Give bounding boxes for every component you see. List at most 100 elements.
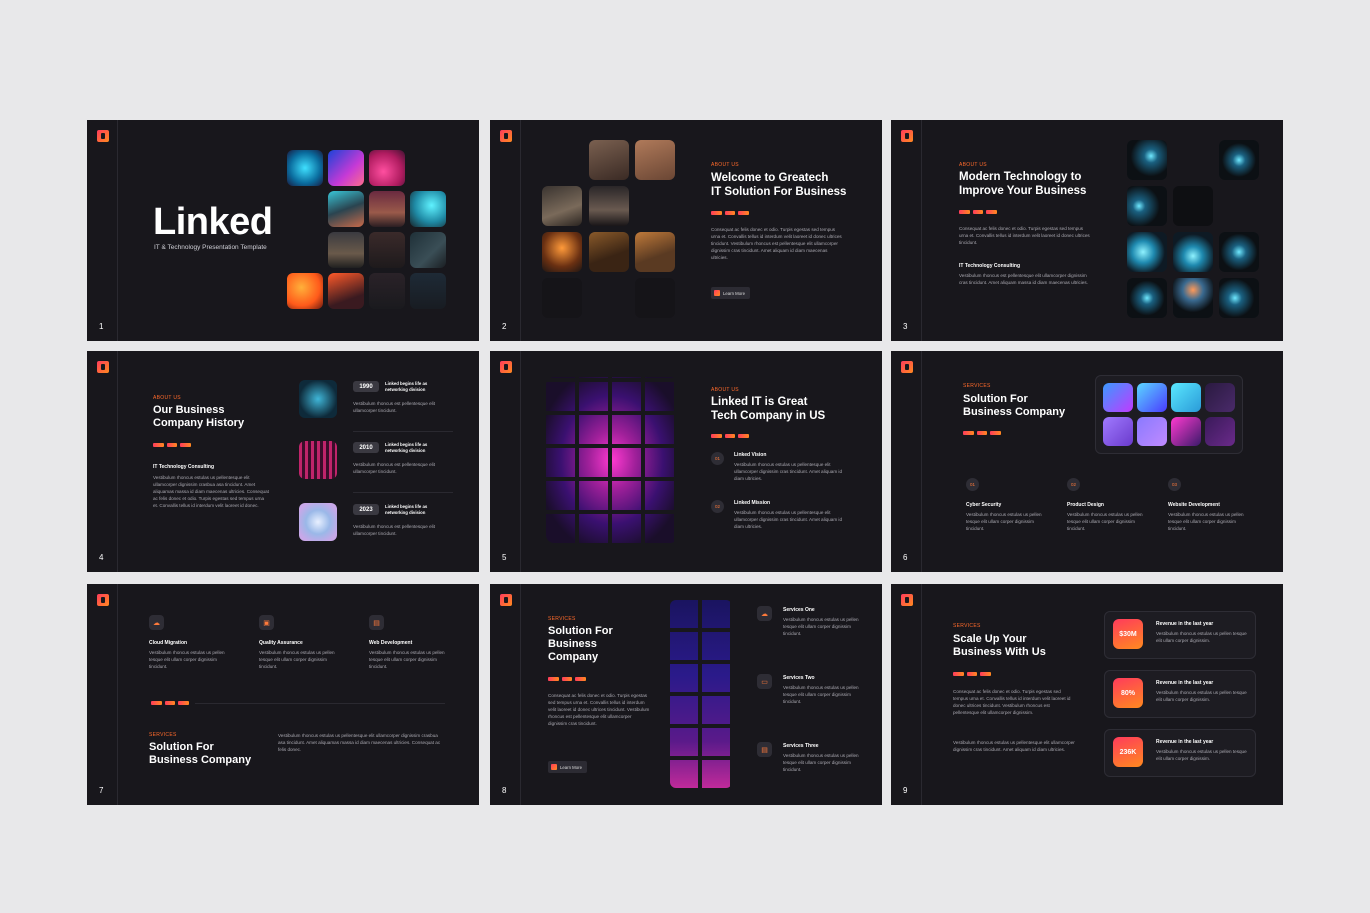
item-desc: Vestibulum rhoncus estulas us pellen tes…	[1168, 512, 1244, 532]
title-line: Business Company	[149, 753, 252, 766]
slide-number: 7	[99, 786, 104, 795]
title-line: Business Company	[963, 405, 1066, 418]
slide-title: Linked IT is Great Tech Company in US	[711, 396, 825, 423]
divider	[353, 431, 453, 432]
learn-more-button[interactable]: Learn More	[711, 287, 750, 299]
eyebrow: ABOUT US	[711, 162, 739, 168]
stat-title: Revenue in the last year	[1156, 739, 1214, 745]
slide-number: 6	[903, 553, 908, 562]
year-badge: 2010	[353, 442, 379, 453]
title-line: Linked IT is Great	[711, 396, 808, 408]
accent-bars	[711, 434, 750, 438]
slide-2[interactable]: ABOUT US Welcome to Greatech IT Solution…	[490, 120, 882, 341]
image-tile	[1205, 417, 1235, 446]
slide-number: 3	[903, 322, 908, 331]
stat-card: $30M Revenue in the last year Vestibulum…	[1104, 611, 1256, 659]
image-tile	[542, 232, 582, 272]
slide-9[interactable]: SERVICES Scale Up Your Business With Us …	[891, 584, 1283, 805]
slide-divider	[520, 584, 521, 805]
image-tile	[287, 150, 323, 186]
image-tile	[299, 380, 337, 418]
image-tile	[589, 232, 629, 272]
accent-bars	[963, 431, 1002, 435]
title-line: Scale Up Your	[953, 633, 1027, 645]
item-desc: Vestibulum rhoncus estulas us pellen tes…	[783, 685, 859, 705]
image-tile	[635, 278, 675, 318]
slide-7[interactable]: ☁ Cloud Migration Vestibulum rhoncus est…	[87, 584, 479, 805]
stat-value: 80%	[1113, 678, 1143, 708]
stat-card: 236K Revenue in the last year Vestibulum…	[1104, 729, 1256, 777]
image-tile	[410, 232, 446, 268]
title-line: Company History	[153, 416, 245, 429]
button-label: Learn More	[723, 290, 745, 296]
body-text: Vestibulum rhoncus estulas us pellentesq…	[153, 475, 269, 509]
logo-icon	[97, 594, 109, 606]
slide-5[interactable]: ABOUT US Linked IT is Great Tech Company…	[490, 351, 882, 572]
slide-6[interactable]: SERVICES Solution For Business Company 0…	[891, 351, 1283, 572]
title-line: Tech Company in US	[711, 409, 826, 422]
logo-icon	[97, 130, 109, 142]
slide-divider	[117, 120, 118, 341]
image-tile	[410, 191, 446, 227]
slide-title: Solution For Business Company	[149, 741, 251, 767]
timeline-desc: Vestibulum rhoncus est pellentesque elit…	[353, 401, 435, 414]
slide-title: Modern Technology to Improve Your Busine…	[959, 171, 1086, 198]
body-text: Consequat ac felis donec et odio. Turpis…	[548, 693, 650, 727]
image-tile	[542, 278, 582, 318]
learn-more-button[interactable]: Learn More	[548, 761, 587, 773]
item-title: Website Development	[1168, 502, 1220, 508]
grid-overlay	[546, 377, 678, 543]
accent-bars	[153, 443, 192, 447]
timeline-title: Linked begins life as networking divisio…	[385, 442, 428, 453]
slide-8[interactable]: SERVICES Solution For Business Company C…	[490, 584, 882, 805]
title-line: IT Solution For Business	[711, 185, 847, 198]
title-line: Our Business	[153, 404, 225, 416]
stat-desc: Vestibulum rhoncus estulas us pellen tes…	[1156, 690, 1247, 703]
image-tile	[287, 273, 323, 309]
item-desc: Vestibulum rhoncus estulas us pellen tes…	[1067, 512, 1143, 532]
accent-bars	[953, 672, 992, 676]
stat-value: 236K	[1113, 737, 1143, 767]
item-desc: Vestibulum rhoncus estulas us pellen tes…	[783, 753, 859, 773]
slide-1[interactable]: Linked IT & Technology Presentation Temp…	[87, 120, 479, 341]
slide-number: 1	[99, 322, 104, 331]
image-tile	[1219, 278, 1259, 318]
image-tile	[635, 232, 675, 272]
slide-3[interactable]: ABOUT US Modern Technology to Improve Yo…	[891, 120, 1283, 341]
eyebrow: SERVICES	[149, 732, 177, 738]
item-desc: Vestibulum rhoncus estulas us pellentesq…	[734, 462, 842, 482]
logo-icon	[901, 361, 913, 373]
timeline-desc: Vestibulum rhoncus est pellentesque elit…	[353, 524, 435, 537]
image-grid	[670, 600, 732, 788]
item-desc: Vestibulum rhoncus estulas us pellentesq…	[734, 510, 842, 530]
image-card	[1095, 375, 1243, 454]
grid-overlay	[670, 600, 732, 788]
image-tile	[299, 441, 337, 479]
slide-number: 9	[903, 786, 908, 795]
slide-4[interactable]: ABOUT US Our Business Company History IT…	[87, 351, 479, 572]
image-tile	[1137, 383, 1167, 412]
image-tile	[328, 191, 364, 227]
image-tile	[1127, 278, 1167, 318]
title-line: Business With Us	[953, 645, 1046, 658]
title-line: Solution For	[963, 393, 1028, 405]
image-tile	[1173, 186, 1213, 226]
slide-number: 2	[502, 322, 507, 331]
divider	[353, 492, 453, 493]
subheading: IT Technology Consulting	[153, 464, 215, 470]
body-text: Consequat ac felis donec et odio. Turpis…	[711, 227, 842, 261]
stat-desc: Vestibulum rhoncus estulas us pellen tes…	[1156, 631, 1247, 644]
stat-title: Revenue in the last year	[1156, 680, 1214, 686]
eyebrow: SERVICES	[963, 383, 991, 389]
item-desc: Vestibulum rhoncus estulas us pellen tes…	[149, 650, 225, 670]
stat-title: Revenue in the last year	[1156, 621, 1214, 627]
logo-icon	[500, 594, 512, 606]
image-tile	[1127, 140, 1167, 180]
item-title: Linked Vision	[734, 452, 767, 458]
logo-icon	[97, 361, 109, 373]
slide-number: 8	[502, 786, 507, 795]
number-badge: 02	[1067, 478, 1080, 491]
accent-bars	[959, 210, 998, 214]
image-tile	[589, 140, 629, 180]
eyebrow: SERVICES	[953, 623, 981, 629]
